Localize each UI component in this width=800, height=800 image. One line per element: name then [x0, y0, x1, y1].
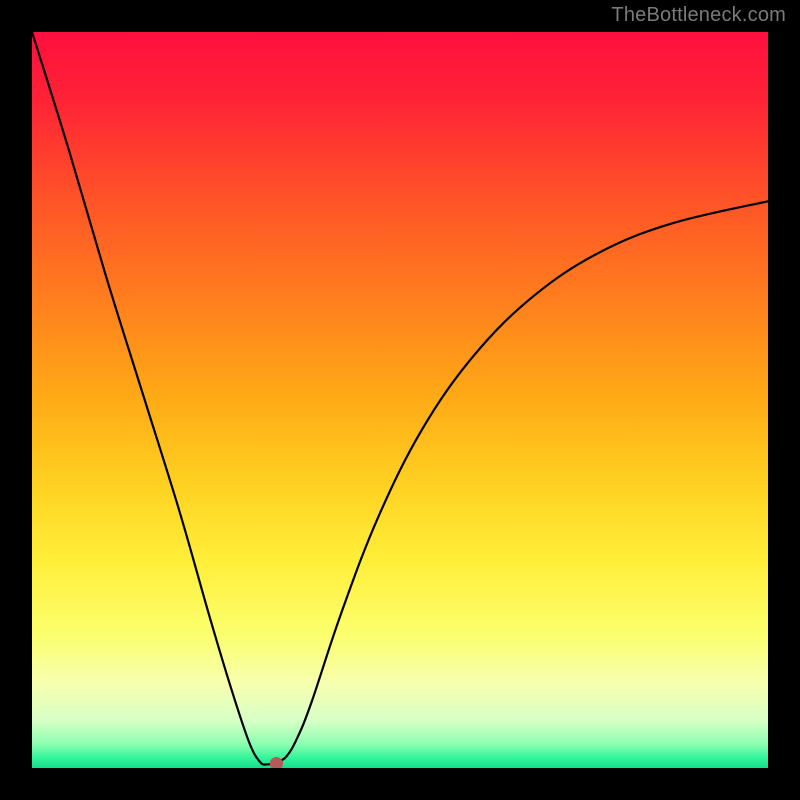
watermark-text: TheBottleneck.com	[611, 4, 786, 27]
chart-stage: TheBottleneck.com	[0, 0, 800, 800]
plot-svg	[32, 32, 768, 768]
plot-area	[32, 32, 768, 768]
gradient-rect	[32, 32, 768, 768]
